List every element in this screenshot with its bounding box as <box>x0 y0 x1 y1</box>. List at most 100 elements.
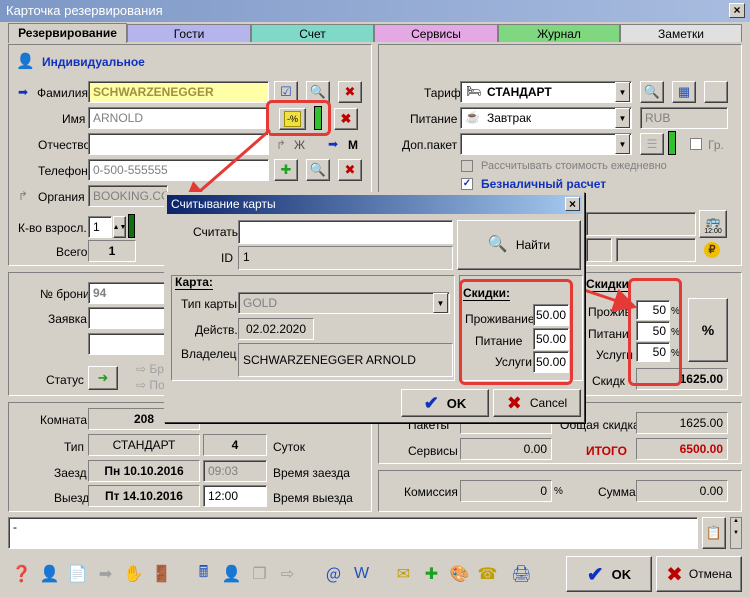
dialog-title: Считывание карты <box>171 197 276 211</box>
tab-guests[interactable]: Гости <box>127 24 251 42</box>
gender-male[interactable]: М <box>348 138 358 152</box>
email-icon[interactable]: ＠ <box>320 556 347 592</box>
exit-door-icon[interactable]: 🚪 <box>148 556 175 592</box>
tariff-select[interactable]: СТАНДАРТ <box>460 81 632 103</box>
group-checkbox[interactable] <box>690 138 702 150</box>
delete-doc-icon[interactable]: ✖ <box>338 81 362 103</box>
phone-label: Телефон <box>38 164 88 178</box>
checkout-time[interactable]: 12:00 <box>203 485 267 507</box>
surname-field[interactable]: SCHWARZENEGGER <box>88 81 269 103</box>
surname-label: Фамилия <box>37 86 88 100</box>
tariff-search-icon[interactable]: 🔍 <box>640 81 664 103</box>
bus-icon[interactable]: 🚌 12:00 <box>699 210 727 238</box>
tab-reservation[interactable]: Резервирование <box>8 23 127 43</box>
extra-package-label: Доп.пакет <box>402 138 458 152</box>
move-icon[interactable]: ⇨ <box>274 556 301 592</box>
owner-label: Владелец <box>181 347 237 361</box>
contact-icon[interactable]: 👤 <box>218 556 245 592</box>
hand-icon[interactable]: ✋ <box>120 556 147 592</box>
gender-female[interactable]: Ж <box>294 138 305 152</box>
find-button[interactable]: 🔍 Найти <box>457 220 581 270</box>
delete-phone-icon[interactable]: ✖ <box>338 159 362 181</box>
package-list-icon[interactable]: ☰ <box>640 133 664 155</box>
help-icon[interactable]: ❓ <box>8 556 35 592</box>
adults-spinner[interactable]: ▲▼ <box>113 216 126 238</box>
add-phone-icon[interactable]: ✚ <box>274 159 298 181</box>
total-guests-value: 1 <box>88 240 136 262</box>
ok-button[interactable]: ✔ OK <box>566 556 652 592</box>
overall-discount-value: 1625.00 <box>636 412 728 434</box>
card-type-dropdown-icon[interactable]: ▼ <box>433 293 448 313</box>
phone-icon[interactable]: ☎ <box>474 556 501 592</box>
adults-field[interactable]: 1 <box>88 216 112 238</box>
checkout-date[interactable]: Пт 14.10.2016 <box>88 485 200 507</box>
dialog-close-icon[interactable]: × <box>565 197 580 211</box>
tab-journal[interactable]: Журнал <box>498 24 620 42</box>
patronymic-field[interactable] <box>88 133 269 155</box>
org-label: Органия <box>38 190 85 204</box>
highlight-dialog-discounts <box>459 279 573 385</box>
meal-dropdown-icon[interactable]: ▼ <box>615 108 630 128</box>
status-option-2[interactable]: ⇨ По <box>136 378 165 392</box>
disc-sum-label: Скидк <box>592 374 625 388</box>
extra-dropdown-icon[interactable]: ▼ <box>615 134 630 154</box>
daily-label: Рассчитывать стоимость ежедневно <box>481 160 667 172</box>
forward-icon[interactable]: ➡ <box>92 556 119 592</box>
org-field[interactable]: BOOKING.COM <box>88 185 168 207</box>
arrow-icon: ➡ <box>18 85 29 99</box>
adults-label: К-во взросл. <box>18 221 87 235</box>
status-button[interactable]: ➜ <box>88 366 118 390</box>
name-field[interactable]: ARNOLD <box>88 107 269 129</box>
notes-field[interactable]: - <box>8 517 698 549</box>
notes-clipboard-icon[interactable]: 📋 <box>702 517 726 549</box>
scanner-icon[interactable]: 🖨 <box>508 556 535 592</box>
extra-package-select[interactable] <box>460 133 632 155</box>
tariff-label: Тариф <box>424 86 461 100</box>
cashless-checkbox[interactable]: ✓ <box>461 178 473 190</box>
checkin-date[interactable]: Пн 10.10.2016 <box>88 460 200 482</box>
word-icon[interactable]: W <box>348 556 375 592</box>
request-extra-field[interactable] <box>88 333 166 355</box>
clear-icon[interactable]: ✖ <box>334 108 358 130</box>
phone-field[interactable]: 0-500-555555 <box>88 159 269 181</box>
checkin-time[interactable]: 09:03 <box>203 460 267 482</box>
tab-services[interactable]: Сервисы <box>374 24 498 42</box>
status-option-1[interactable]: ⇨ Бр <box>136 362 164 376</box>
meal-select[interactable]: Завтрак <box>460 107 632 129</box>
tab-bill[interactable]: Счет <box>251 24 374 42</box>
dialog-ok-button[interactable]: ✔ OK <box>401 389 489 417</box>
notes-scrollbar[interactable]: ▲ ▼ <box>730 517 742 549</box>
read-field[interactable] <box>238 220 453 244</box>
highlight-card-button <box>266 100 331 136</box>
person-icon: 👤 <box>16 53 35 70</box>
copy-icon[interactable]: ❐ <box>246 556 273 592</box>
close-icon[interactable]: × <box>729 3 745 18</box>
discount-percent-button[interactable]: % <box>688 298 728 362</box>
currency-select[interactable]: RUB <box>640 107 728 129</box>
request-field[interactable] <box>88 307 166 329</box>
tariff-extra-button[interactable] <box>704 81 728 103</box>
search-phone-icon[interactable]: 🔍 <box>306 159 330 181</box>
add-mail-icon[interactable]: ✚ <box>418 556 445 592</box>
doc-icon[interactable]: 📄 <box>64 556 91 592</box>
palette-icon[interactable]: 🎨 <box>446 556 473 592</box>
calculator-icon[interactable]: 🖩 <box>190 556 217 592</box>
daily-checkbox[interactable] <box>461 160 473 172</box>
tariff-dropdown-icon[interactable]: ▼ <box>615 82 630 102</box>
person-red-icon[interactable]: 👤 <box>36 556 63 592</box>
commission-sum-value: 0.00 <box>636 480 728 502</box>
dialog-cancel-button[interactable]: ✖ Cancel <box>493 389 581 417</box>
valid-label: Действ. <box>195 323 238 337</box>
ruble-icon[interactable]: ₽ <box>704 242 720 258</box>
cancel-button[interactable]: ✖ Отмена <box>656 556 742 592</box>
mail-icon[interactable]: ✉ <box>390 556 417 592</box>
nights-value: 4 <box>203 434 267 456</box>
tab-notes[interactable]: Заметки <box>620 24 742 42</box>
package-indicator <box>668 131 676 155</box>
booking-number-field: 94 <box>88 282 166 304</box>
tariff-grid-icon[interactable]: ▦ <box>672 81 696 103</box>
group-label: Гр. <box>708 138 724 152</box>
commission-value[interactable]: 0 <box>460 480 552 502</box>
card-type-select[interactable]: GOLD <box>238 292 450 314</box>
window-title: Карточка резервирования <box>6 3 163 18</box>
